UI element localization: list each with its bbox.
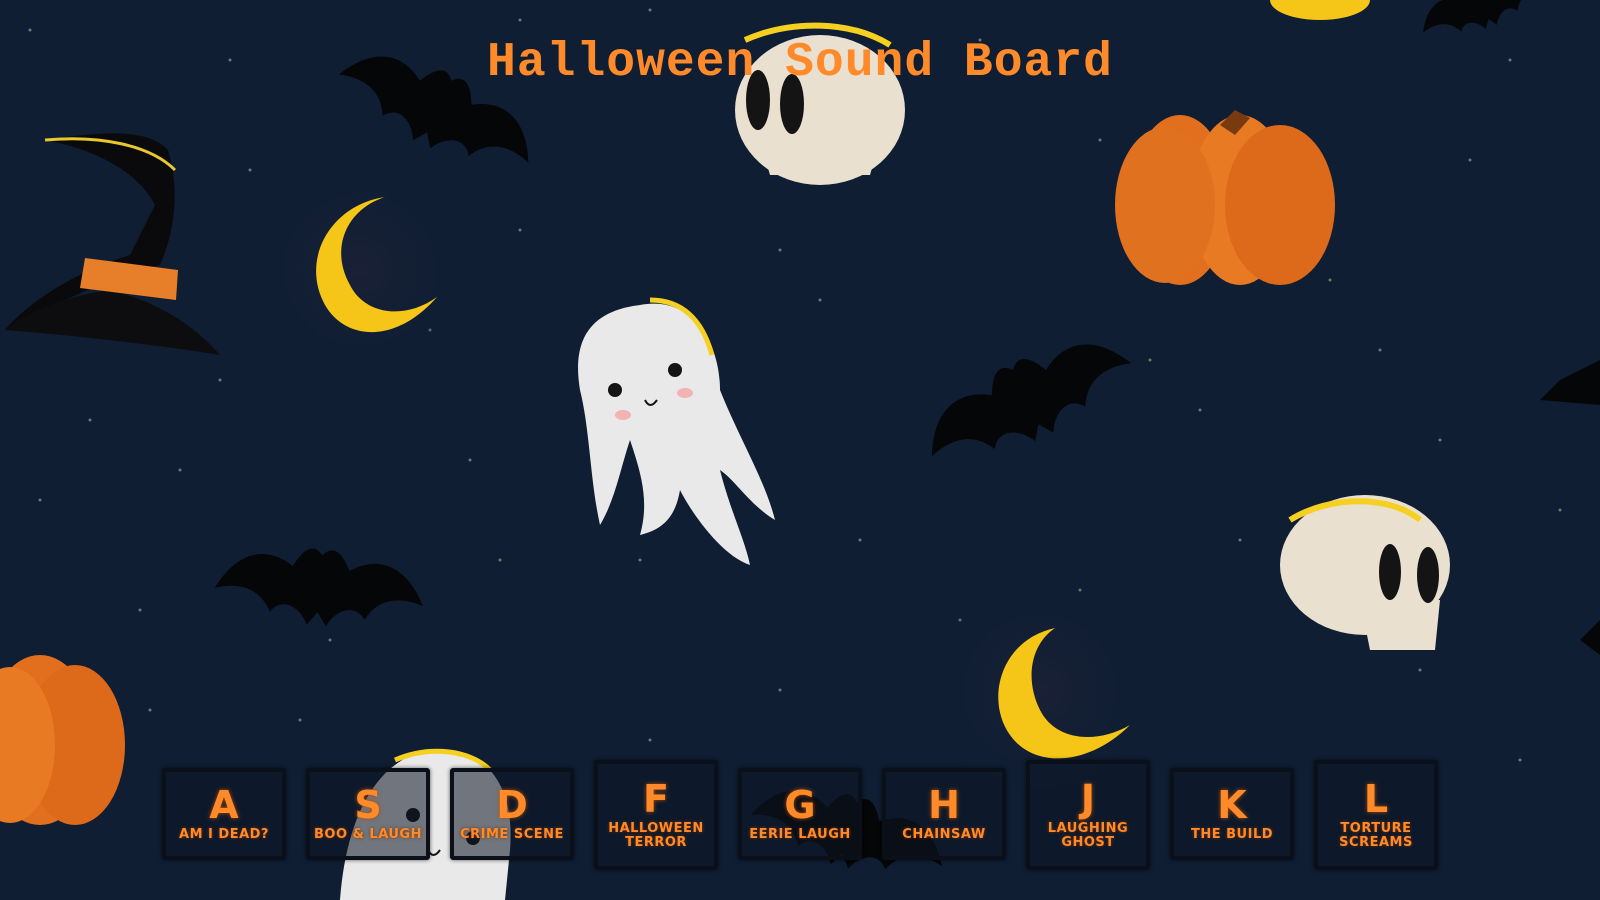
key-letter: A bbox=[209, 783, 239, 827]
sound-key-h[interactable]: H CHAINSAW bbox=[882, 768, 1006, 860]
key-letter: S bbox=[354, 783, 382, 827]
page-title: Halloween Sound Board bbox=[487, 36, 1113, 90]
witch-hat-icon bbox=[5, 133, 220, 355]
sound-key-row: A AM I DEAD? S BOO & LAUGH D CRIME SCENE… bbox=[0, 760, 1600, 870]
key-label: LAUGHING GHOST bbox=[1047, 821, 1129, 850]
key-label: HALLOWEEN TERROR bbox=[608, 821, 704, 850]
key-label: AM I DEAD? bbox=[179, 827, 269, 842]
bat-icon bbox=[910, 317, 1144, 484]
bat-icon bbox=[212, 540, 428, 635]
pumpkin-icon bbox=[1115, 110, 1335, 285]
sound-key-f[interactable]: F HALLOWEEN TERROR bbox=[594, 760, 718, 870]
sound-key-g[interactable]: G EERIE LAUGH bbox=[738, 768, 862, 860]
sound-key-a[interactable]: A AM I DEAD? bbox=[162, 768, 286, 860]
key-letter: H bbox=[928, 783, 960, 827]
sound-key-j[interactable]: J LAUGHING GHOST bbox=[1026, 760, 1150, 870]
key-letter: F bbox=[643, 777, 669, 821]
bat-icon bbox=[1540, 360, 1600, 655]
key-letter: K bbox=[1217, 783, 1247, 827]
sound-key-s[interactable]: S BOO & LAUGH bbox=[306, 768, 430, 860]
key-label: EERIE LAUGH bbox=[749, 827, 851, 842]
sound-key-l[interactable]: L TORTURE SCREAMS bbox=[1314, 760, 1438, 870]
sound-key-d[interactable]: D CRIME SCENE bbox=[450, 768, 574, 860]
moon-icon bbox=[1270, 0, 1370, 20]
key-letter: J bbox=[1080, 777, 1096, 821]
key-label: CRIME SCENE bbox=[460, 827, 564, 842]
key-letter: D bbox=[496, 783, 528, 827]
key-letter: G bbox=[784, 783, 816, 827]
sound-key-k[interactable]: K THE BUILD bbox=[1170, 768, 1294, 860]
key-label: BOO & LAUGH bbox=[314, 827, 422, 842]
key-label: TORTURE SCREAMS bbox=[1339, 821, 1413, 850]
key-label: THE BUILD bbox=[1190, 827, 1274, 842]
ghost-icon bbox=[578, 297, 775, 565]
key-letter: L bbox=[1363, 777, 1389, 821]
key-label: CHAINSAW bbox=[902, 827, 986, 842]
